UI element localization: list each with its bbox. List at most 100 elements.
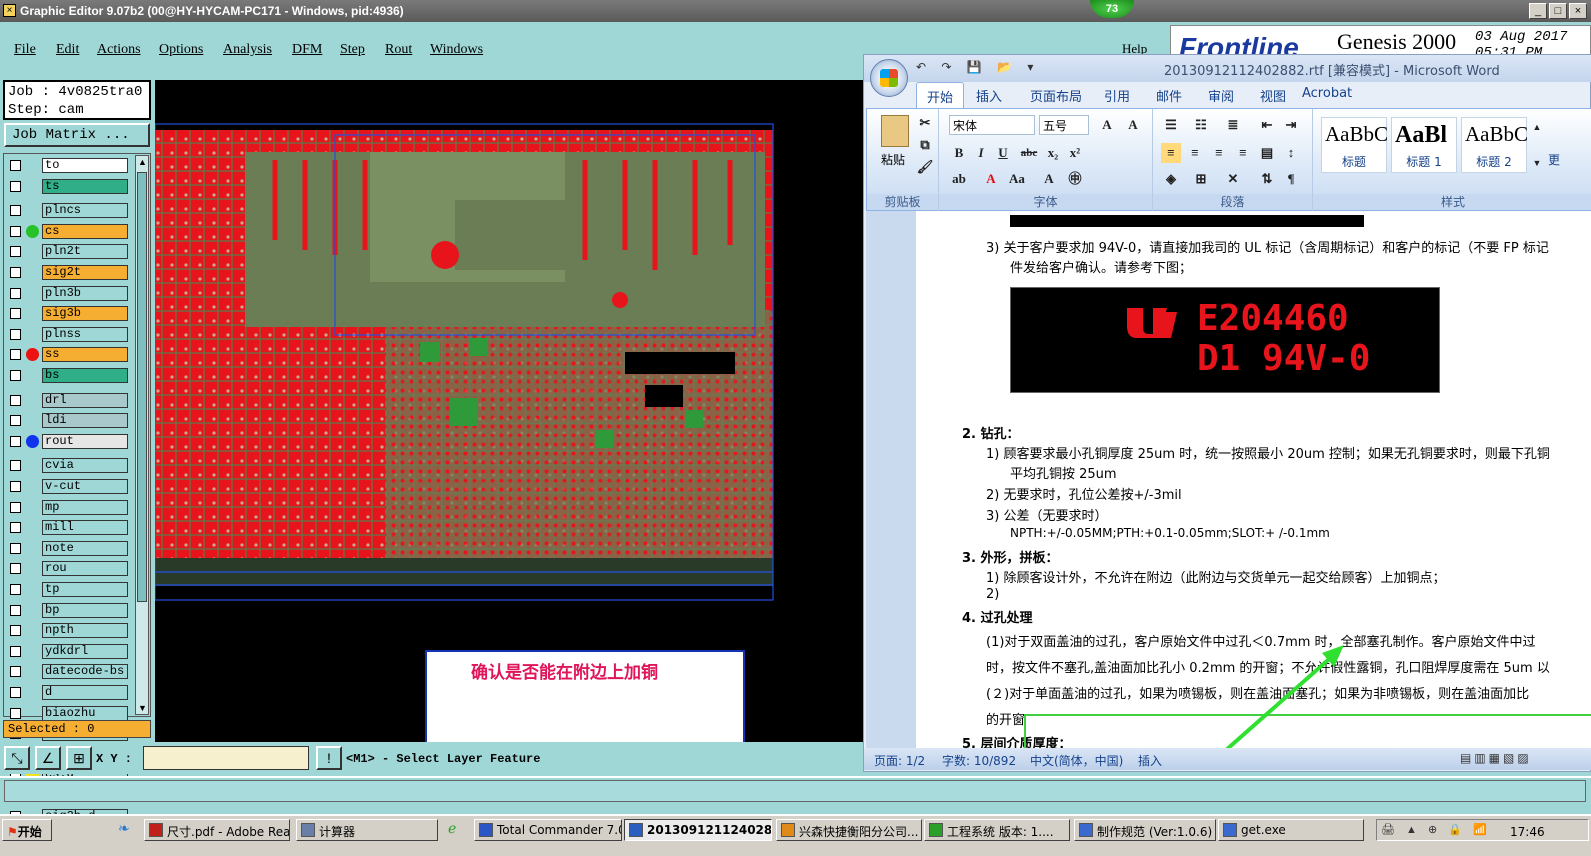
font-color-icon[interactable]: A	[981, 169, 1001, 189]
ribbon-tab-0[interactable]: 开始	[916, 82, 965, 108]
layer-row-v-cut[interactable]: v-cut	[6, 479, 128, 494]
layer-row-cvia[interactable]: cvia	[6, 458, 128, 474]
layer-checkbox[interactable]	[10, 205, 21, 217]
menu-rout[interactable]: Rout	[385, 42, 412, 58]
layer-row-drl[interactable]: drl	[6, 392, 128, 408]
strikethrough-icon[interactable]: abc	[1019, 143, 1039, 163]
layer-name[interactable]: drl	[42, 392, 128, 408]
font-size-select[interactable]: 五号	[1039, 115, 1089, 135]
layer-name[interactable]: sig2t	[42, 265, 128, 280]
layer-row-rout[interactable]: rout	[6, 433, 128, 449]
borders-icon[interactable]: ⊞	[1191, 169, 1211, 189]
ribbon-tab-1[interactable]: 插入	[976, 86, 1002, 105]
view-buttons-icon[interactable]: ▤▥▦▧▨	[1460, 751, 1532, 765]
ribbon-tab-4[interactable]: 邮件	[1156, 86, 1182, 105]
layer-row-ydkdrl[interactable]: ydkdrl	[6, 643, 128, 659]
layer-name[interactable]: bs	[42, 368, 128, 383]
layer-name[interactable]: plnss	[42, 326, 128, 342]
style-title[interactable]: AaBbC 标题	[1321, 117, 1387, 173]
enclose-char-icon[interactable]: ㊥	[1065, 169, 1085, 189]
layer-checkbox[interactable]	[10, 394, 21, 406]
layer-row-npth[interactable]: npth	[6, 623, 128, 639]
menu-options[interactable]: Options	[159, 42, 203, 58]
ribbon-tab-5[interactable]: 审阅	[1208, 86, 1234, 105]
layer-checkbox[interactable]	[10, 349, 21, 361]
layer-name[interactable]: tp	[42, 582, 128, 597]
format-painter-icon[interactable]: 🖌	[915, 157, 935, 177]
menu-step[interactable]: Step	[340, 42, 365, 58]
layer-scrollbar[interactable]: ▲ ▼	[135, 155, 149, 715]
layer-name[interactable]: rou	[42, 561, 128, 577]
clear-format-icon[interactable]: A	[1123, 115, 1143, 135]
layer-name[interactable]: to	[42, 158, 128, 173]
layer-row-note[interactable]: note	[6, 540, 128, 556]
layer-name[interactable]: bp	[42, 602, 128, 618]
layer-row-ss[interactable]: ss	[6, 347, 128, 363]
document-page[interactable]: 3) 关于客户要求加 94V-0，请直接加我司的 UL 标记（含周期标记）和客户…	[916, 211, 1591, 748]
layer-name[interactable]: pln3b	[42, 285, 128, 301]
taskbar-item[interactable]: get.exe	[1218, 819, 1364, 841]
layer-row-mill[interactable]: mill	[6, 520, 128, 536]
scroll-thumb[interactable]	[137, 172, 147, 602]
subscript-icon[interactable]: x₂	[1043, 143, 1063, 163]
taskbar-item[interactable]: 尺寸.pdf - Adobe Rea...	[144, 819, 290, 841]
styles-more-icon[interactable]: ▼	[1531, 153, 1543, 173]
minimize-button[interactable]: _	[1529, 3, 1547, 19]
styles-scroll-icon[interactable]: ▲	[1531, 117, 1543, 137]
layer-name[interactable]: biaozhu	[42, 705, 128, 721]
justify-icon[interactable]: ≡	[1233, 143, 1253, 163]
measure-icon[interactable]: ∠	[35, 746, 61, 770]
underline-icon[interactable]: U	[993, 143, 1013, 163]
layer-checkbox[interactable]	[10, 625, 21, 637]
insert-mode[interactable]: 插入	[1138, 752, 1162, 769]
layer-checkbox[interactable]	[10, 645, 21, 657]
line-spacing-icon[interactable]: ↕	[1281, 143, 1301, 163]
bullets-icon[interactable]: ☰	[1161, 115, 1181, 135]
tray-icons[interactable]: 🖨 ▲ ⊕ 🔒 📶	[1381, 823, 1491, 836]
word-count[interactable]: 字数: 10/892	[942, 752, 1016, 769]
graphic-canvas[interactable]	[154, 80, 865, 745]
layer-row-pln3b[interactable]: pln3b	[6, 285, 128, 301]
zoom-fit-icon[interactable]: ⤡	[4, 746, 30, 770]
layer-checkbox[interactable]	[10, 308, 21, 320]
word-window[interactable]: 20130912112402882.rtf [兼容模式] - Microsoft…	[863, 54, 1591, 772]
grid-icon[interactable]: ⊞	[66, 746, 92, 770]
layer-name[interactable]: note	[42, 540, 128, 556]
layer-name[interactable]: cs	[42, 223, 128, 239]
change-case-icon[interactable]: Aa	[1007, 169, 1027, 189]
taskbar-item[interactable]: 工程系统 版本: 1....	[924, 819, 1070, 841]
job-matrix-button[interactable]: Job Matrix ...	[4, 123, 150, 147]
quick-launch-icon[interactable]: ❧	[118, 820, 130, 837]
paste-icon[interactable]	[881, 115, 909, 147]
layer-row-sig2t[interactable]: sig2t	[6, 265, 128, 280]
layer-name[interactable]: cvia	[42, 458, 128, 474]
ribbon-tab-3[interactable]: 引用	[1104, 86, 1130, 105]
paste-button[interactable]: 粘贴	[881, 151, 905, 168]
align-left-icon[interactable]: ≡	[1161, 143, 1181, 163]
taskbar-item[interactable]: 计算器	[296, 819, 438, 841]
menu-file[interactable]: File	[14, 42, 36, 58]
layer-checkbox[interactable]	[10, 415, 21, 427]
layer-row-mp[interactable]: mp	[6, 499, 128, 515]
warning-icon[interactable]: !	[316, 746, 342, 770]
window-title-bar[interactable]: Graphic Editor 9.07b2 (00@HY-HYCAM-PC171…	[0, 0, 1591, 22]
maximize-button[interactable]: □	[1549, 3, 1567, 19]
layer-checkbox[interactable]	[10, 435, 21, 447]
layer-name[interactable]: rout	[42, 433, 128, 449]
layer-checkbox[interactable]	[10, 501, 21, 513]
decrease-indent-icon[interactable]: ⇤	[1257, 115, 1277, 135]
copy-icon[interactable]: ⧉	[915, 135, 935, 155]
ribbon-tab-6[interactable]: 视图	[1260, 86, 1286, 105]
layer-name[interactable]: mill	[42, 520, 128, 536]
layer-name[interactable]: v-cut	[42, 479, 128, 494]
close-button[interactable]: ×	[1569, 3, 1587, 19]
layer-row-plnss[interactable]: plnss	[6, 326, 128, 342]
layer-checkbox[interactable]	[10, 460, 21, 472]
layer-checkbox[interactable]	[10, 287, 21, 299]
layer-checkbox[interactable]	[10, 328, 21, 340]
layer-row-biaozhu[interactable]: biaozhu	[6, 705, 128, 721]
layer-checkbox[interactable]	[10, 180, 21, 192]
align-right-icon[interactable]: ≡	[1209, 143, 1229, 163]
layer-row-ts[interactable]: ts	[6, 178, 128, 194]
layer-checkbox[interactable]	[10, 707, 21, 719]
